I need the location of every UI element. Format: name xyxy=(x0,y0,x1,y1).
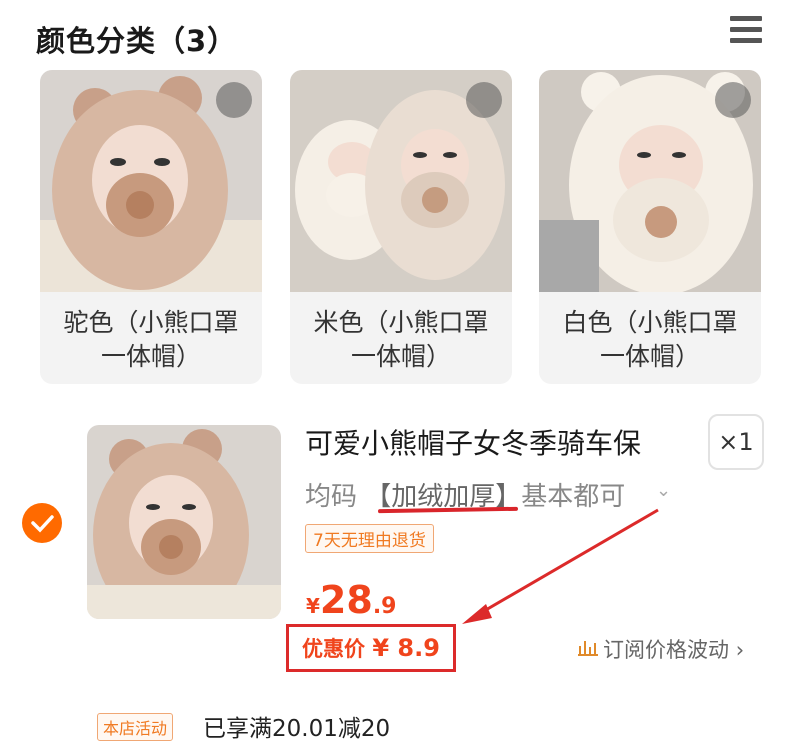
product-title[interactable]: 可爱小熊帽子女冬季骑车保 xyxy=(305,422,641,462)
promo-text: 已享满20.01减20 xyxy=(203,716,391,742)
price: ¥28.9 xyxy=(306,578,397,622)
variant-label-beige: 米色（小熊口罩 一体帽） xyxy=(313,308,489,371)
discount-price: 优惠价 ¥ 8.9 xyxy=(286,624,456,672)
product-photo[interactable] xyxy=(87,425,281,619)
variant-label-camel: 驼色（小熊口罩 一体帽） xyxy=(63,308,239,371)
chevron-right-icon: › xyxy=(735,638,745,662)
chevron-down-icon[interactable]: ⌄ xyxy=(656,480,671,501)
variant-card-white[interactable]: 白色（小熊口罩 一体帽） xyxy=(539,70,761,384)
return-policy-tag: 7天无理由退货 xyxy=(305,524,434,553)
variant-label-white: 白色（小熊口罩 一体帽） xyxy=(562,308,738,371)
expand-icon[interactable] xyxy=(466,82,502,118)
variant-card-beige[interactable]: 米色（小熊口罩 一体帽） xyxy=(290,70,512,384)
quantity-badge[interactable]: ×1 xyxy=(708,414,764,470)
annotation-arrow xyxy=(462,508,659,624)
list-view-icon[interactable] xyxy=(730,16,764,50)
expand-icon[interactable] xyxy=(715,82,751,118)
variant-card-camel[interactable]: 驼色（小熊口罩 一体帽） xyxy=(40,70,262,384)
expand-icon[interactable] xyxy=(216,82,252,118)
checkbox-checked-icon[interactable] xyxy=(22,503,62,543)
page-title: 颜色分类（3） xyxy=(36,24,238,58)
store-promo-tag: 本店活动 xyxy=(97,713,174,741)
